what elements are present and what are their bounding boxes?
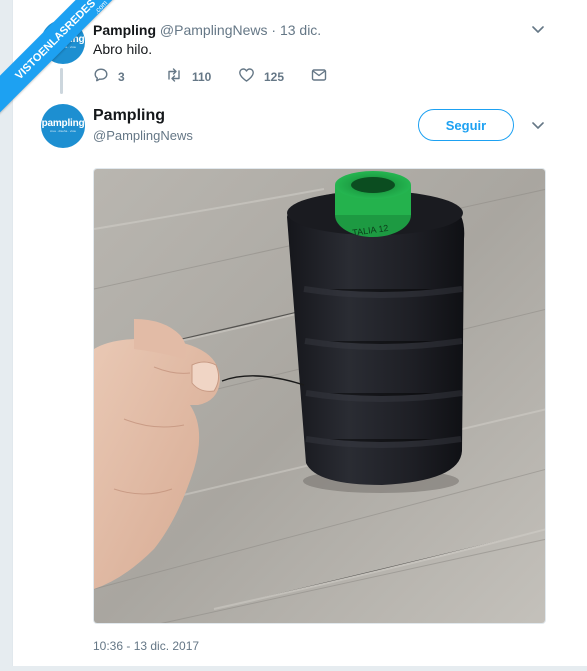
- follow-button[interactable]: Seguir: [418, 109, 514, 141]
- tweet-date[interactable]: 13 dic.: [280, 22, 321, 38]
- chevron-down-icon[interactable]: [531, 121, 545, 131]
- like-icon: [238, 67, 255, 88]
- reply-button[interactable]: 3: [93, 68, 125, 86]
- avatar[interactable]: pampling crea · diseña · viste: [41, 104, 85, 148]
- reply-count: 3: [118, 70, 125, 84]
- like-count: 125: [264, 70, 285, 84]
- retweet-icon: [165, 67, 183, 88]
- avatar-tagline: crea · diseña · viste: [49, 129, 77, 133]
- separator-dot: ·: [271, 22, 277, 38]
- retweet-count: 110: [192, 70, 212, 84]
- author-handle[interactable]: @PamplingNews: [93, 128, 193, 143]
- tweet-photo[interactable]: TALIA 12: [93, 168, 546, 624]
- retweet-button[interactable]: 110: [165, 67, 212, 88]
- tweet-text: Abro hilo.: [93, 41, 153, 57]
- thread-spool-photo: TALIA 12: [94, 169, 545, 623]
- author-handle[interactable]: @PamplingNews: [160, 22, 268, 38]
- parent-tweet[interactable]: pampling crea · diseña · viste Pampling …: [13, 0, 587, 100]
- reply-icon: [93, 67, 109, 88]
- avatar-brand-text: pampling: [41, 118, 85, 129]
- tweet-header: Pampling @PamplingNews · 13 dic.: [93, 22, 321, 38]
- like-button[interactable]: 125: [238, 67, 285, 88]
- direct-message-icon: [311, 68, 327, 87]
- author-name[interactable]: Pampling: [93, 107, 165, 125]
- thread-connector-line: [60, 68, 63, 94]
- page-background: pampling crea · diseña · viste Pampling …: [0, 0, 587, 671]
- direct-message-button[interactable]: [311, 68, 327, 86]
- tweet-timestamp[interactable]: 10:36 - 13 dic. 2017: [93, 639, 199, 653]
- chevron-down-icon[interactable]: [531, 25, 545, 35]
- tweet-thread-card: pampling crea · diseña · viste Pampling …: [12, 0, 587, 666]
- author-name[interactable]: Pampling: [93, 22, 156, 38]
